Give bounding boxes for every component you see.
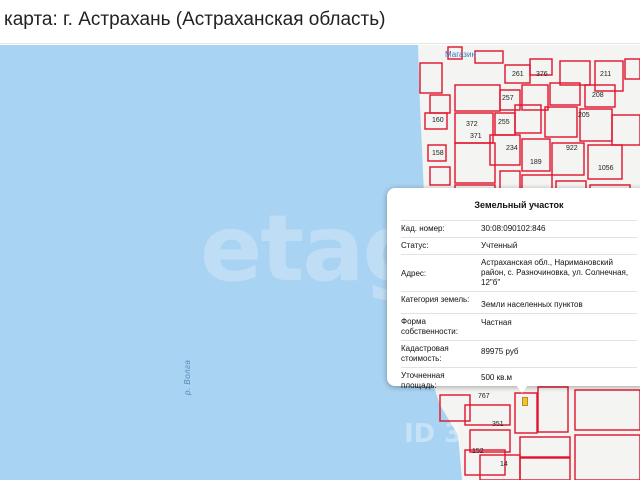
parcel-number[interactable]: 234 xyxy=(506,145,518,152)
parcel-number[interactable]: 255 xyxy=(498,119,510,126)
popup-row-cadastral-number: Кад. номер: 30:08:090102:846 xyxy=(401,221,637,238)
parcel-number[interactable]: 922 xyxy=(566,145,578,152)
page-title: карта: г. Астрахань (Астраханская област… xyxy=(4,9,386,30)
parcel-number[interactable]: 208 xyxy=(592,92,604,99)
popup-row-value: Астраханская обл., Наримановский район, … xyxy=(481,258,629,287)
parcel-number[interactable]: 767 xyxy=(478,393,490,400)
parcel-number[interactable]: 351 xyxy=(492,421,504,428)
cadastral-map[interactable]: etagi ID 3 р. Волга Магазин 261 376 211 … xyxy=(0,45,640,480)
parcel-number[interactable]: 189 xyxy=(530,159,542,166)
popup-row-status: Статус: Учтенный xyxy=(401,238,637,255)
poi-label-shop[interactable]: Магазин xyxy=(445,50,476,59)
popup-row-ownership: Форма собственности: Частная xyxy=(401,314,637,341)
parcel-number[interactable]: 1056 xyxy=(598,165,614,172)
page-header: карта: г. Астрахань (Астраханская област… xyxy=(0,0,640,44)
parcel-number[interactable]: 14 xyxy=(500,461,508,468)
popup-row-value: 89975 руб xyxy=(481,347,519,356)
parcel-number[interactable]: 257 xyxy=(502,95,514,102)
parcel-number[interactable]: 152 xyxy=(472,448,484,455)
popup-pointer xyxy=(516,385,528,393)
parcel-number[interactable]: 211 xyxy=(600,71,611,78)
parcel-number[interactable]: 205 xyxy=(578,112,590,119)
river-label: р. Волга xyxy=(183,359,192,395)
parcel-number[interactable]: 371 xyxy=(470,133,482,140)
popup-row-cadastral-value: Кадастровая стоимость: 89975 руб xyxy=(401,341,637,368)
popup-row-value: 30:08:090102:846 xyxy=(481,224,546,233)
popup-row-key: Кадастровая стоимость: xyxy=(401,344,449,363)
popup-row-key: Кад. номер: xyxy=(401,224,445,233)
parcel-number[interactable]: 158 xyxy=(432,150,444,157)
parcel-number[interactable]: 160 xyxy=(432,117,444,124)
parcel-marker[interactable] xyxy=(522,397,528,406)
popup-row-key: Форма собственности: xyxy=(401,317,458,336)
popup-title: Земельный участок xyxy=(401,196,637,221)
popup-row-key: Уточненная площадь: xyxy=(401,371,445,390)
popup-row-key: Статус: xyxy=(401,241,429,250)
popup-row-value: Частная xyxy=(481,318,512,327)
popup-row-value: Учтенный xyxy=(481,241,518,250)
watermark-id: ID 3 xyxy=(404,419,463,449)
popup-row-address: Адрес: Астраханская обл., Наримановский … xyxy=(401,255,637,292)
popup-row-key: Адрес: xyxy=(401,269,427,278)
parcel-number[interactable]: 372 xyxy=(466,121,478,128)
parcel-number[interactable]: 261 xyxy=(512,71,524,78)
parcel-number[interactable]: 376 xyxy=(536,71,548,78)
popup-row-land-category: Категория земель: Земли населенных пункт… xyxy=(401,292,637,314)
popup-row-value: 500 кв.м xyxy=(481,373,513,382)
parcel-info-popup[interactable]: Земельный участок Кад. номер: 30:08:0901… xyxy=(387,188,640,393)
popup-row-value: Земли населенных пунктов xyxy=(481,300,583,309)
popup-row-key: Категория земель: xyxy=(401,295,470,304)
